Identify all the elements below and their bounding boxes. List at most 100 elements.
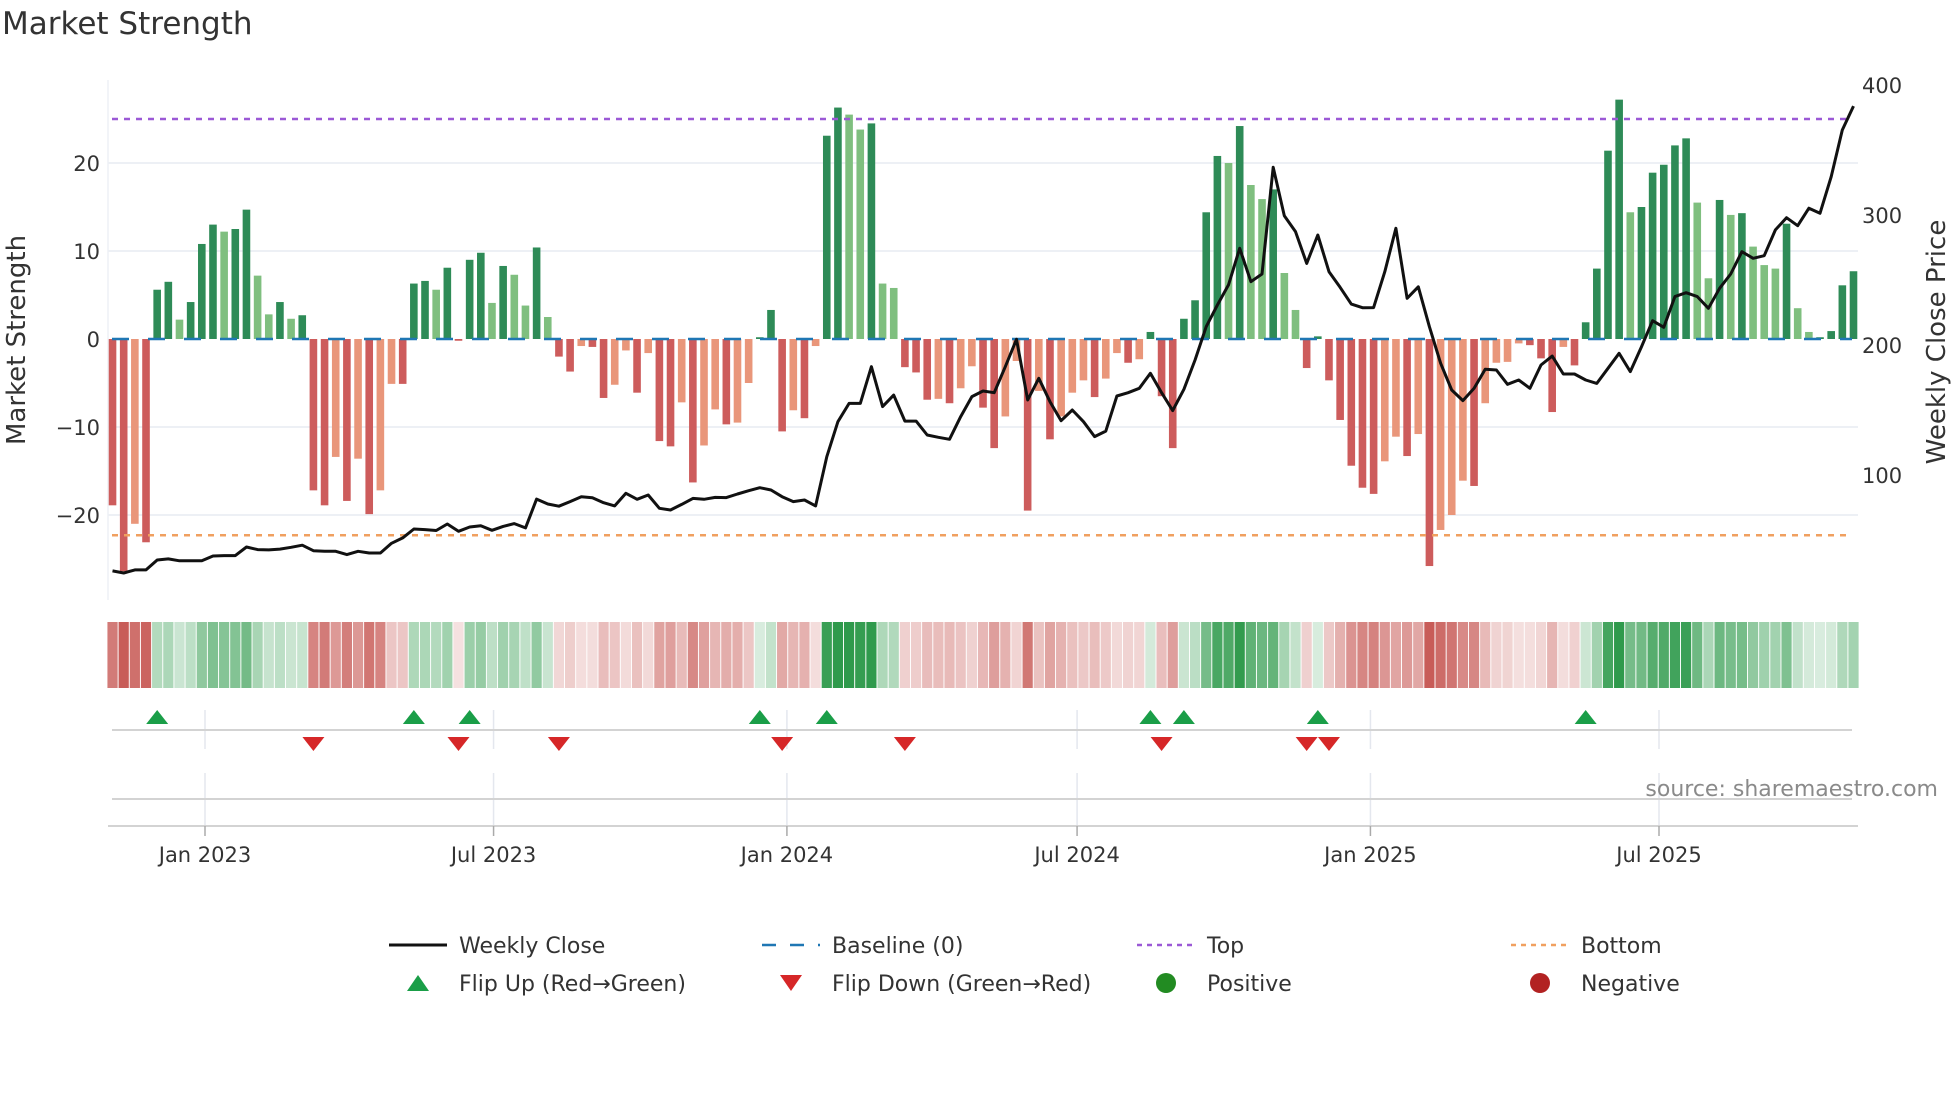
strip-cell [531,622,542,688]
flip-down-marker [893,737,916,751]
strip-cell [654,622,665,688]
legend-item: Negative [1530,972,1680,997]
strength-bar [722,339,731,425]
strip-cell [933,622,944,688]
flip-up-marker [1306,710,1329,724]
strip-cell [1346,622,1357,688]
strip-cell [1078,622,1089,688]
strip-cell [1747,622,1759,688]
strip-cell [910,622,922,688]
strength-bar [979,339,987,408]
strip-cell [1826,622,1837,688]
strength-bar [1146,331,1155,339]
strip-cell [765,622,777,688]
strength-bar [1771,268,1780,339]
flip-up-marker [1172,710,1195,724]
strip-cell [1134,622,1145,688]
strip-cell [944,622,955,688]
strength-bar [1079,339,1088,381]
y2-tick-label: 200 [1862,334,1902,358]
strength-bar [387,339,396,384]
strip-cell [877,622,888,688]
strength-bar [1325,339,1333,381]
strip-cell [1625,622,1636,688]
strength-bar [1447,339,1456,515]
strength-bar [186,302,195,339]
strip-cell [1614,622,1625,688]
strip-cell [341,622,352,688]
strength-bar [1224,163,1233,339]
flip-down-marker [302,737,325,751]
strength-bar [1503,339,1512,362]
strength-bar [1057,339,1065,417]
strip-cell [1044,622,1056,688]
flip-markers [112,710,1852,826]
strip-cell [1837,622,1848,688]
strip-cell [587,622,598,688]
strength-bar [633,339,641,393]
strip-cell [1814,622,1826,688]
strip-cell [453,622,464,688]
strip-cell [1256,622,1268,688]
strength-bar [1648,172,1657,339]
strength-bar [1693,202,1702,339]
strip-cell [330,622,341,688]
strength-bar [1793,308,1802,339]
strength-bar [666,339,675,447]
strip-cell [1569,622,1580,688]
strip-cell [419,622,431,688]
strength-bar [1046,339,1054,440]
y-tick-label: 0 [87,328,100,352]
strip-cell [1848,622,1859,688]
strength-bar [845,114,853,339]
strength-bar [968,339,976,367]
strip-cell [855,622,866,688]
strength-bar [700,339,708,446]
strength-bar [1849,271,1858,339]
strength-bar [287,318,295,339]
strip-cell [1669,622,1681,688]
legend-label: Negative [1581,972,1680,997]
strength-bar [622,339,630,351]
strip-cell [252,622,263,688]
y-tick-label: −20 [56,504,100,528]
strip-cell [676,622,687,688]
strip-cell [297,622,308,688]
strip-cell [1357,622,1368,688]
strip-cell [386,622,397,688]
strength-bar [331,339,340,457]
strip-cell [408,622,419,688]
x-tick-label: Jan 2025 [1322,843,1417,867]
strip-cell [509,622,520,688]
strength-bar [767,309,775,339]
strip-cell [1681,622,1692,688]
strip-cell [643,622,654,688]
y2-tick-label: 300 [1862,204,1902,228]
strip-cell [1457,622,1469,688]
strength-bar [398,339,407,384]
strength-bar [1738,213,1746,339]
x-tick-label: Jan 2023 [157,843,252,867]
strength-bar [1124,339,1132,363]
legend: Weekly Close Baseline (0) Top Bottom Flip Up… [389,934,1680,997]
strip-cell [743,622,754,688]
strength-bar [1235,126,1244,339]
strength-bar [1090,339,1099,398]
market-strength-chart: 20100−10−20400300200100Jan 2023 Jul 2023 J… [2,74,1952,997]
strength-bar [242,209,251,339]
strength-bar [689,339,697,483]
strip-cell [1312,622,1323,688]
strength-bar [878,283,887,339]
strength-bar [889,287,898,339]
strength-bar [1113,339,1121,354]
strength-heat-strip [107,622,1859,688]
strength-bar [1782,223,1791,339]
strength-bar [1302,339,1311,369]
strength-bar [778,339,786,432]
strength-bar [376,339,385,491]
strip-cell [1435,622,1446,688]
strength-bar [532,247,541,339]
axes: 20100−10−20400300200100Jan 2023 Jul 2023 J… [56,74,1902,867]
strength-bar [1414,339,1423,435]
strength-bar [1135,339,1144,360]
